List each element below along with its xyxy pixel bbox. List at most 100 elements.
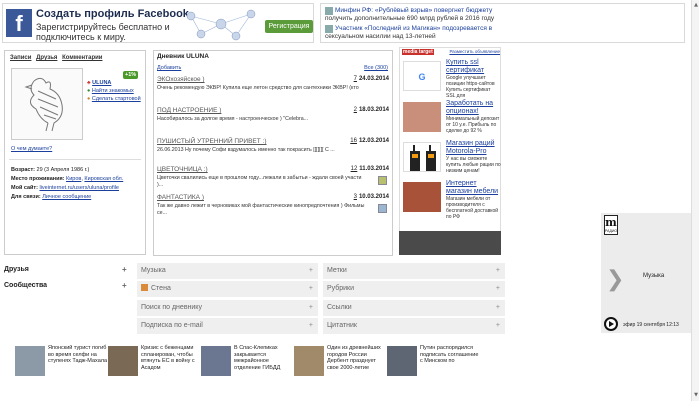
scroll-down-icon[interactable]: ▼ [693,392,699,398]
diary-entry[interactable]: ЭКОхозяйское ) 7 24.03.2014 Очень рекомен… [157,76,389,92]
avatar[interactable] [11,68,83,140]
entry-meta: 16 12.03.2014 [350,138,389,144]
news-ad[interactable]: Минфин РФ: «Рублёвый взрыв» повергнет бю… [320,3,685,43]
scrollbar[interactable]: ▲ ▼ [691,0,699,401]
sidebar-communities[interactable]: Сообщества [4,282,47,289]
widget-rubrics[interactable]: Рубрики + [323,281,505,297]
radio-widget[interactable]: m РАДИО ❯ Музыка эфир 19 сентября 12:13 [601,213,699,333]
ad-body: У нас вы сможете купить любые рации по н… [446,156,501,174]
entry-meta: 7 24.03.2014 [354,76,389,82]
ad-heading[interactable]: Купить ssl сертификат [446,59,501,75]
news-thumbnail[interactable] [294,346,324,376]
news-thumbnail[interactable] [387,346,417,376]
tab-comments[interactable]: Комментарии [62,55,102,61]
rating-badge: +1% [123,71,139,79]
news-text[interactable]: Кризис с беженцами спланирован, чтобы вт… [141,345,201,371]
widget-music[interactable]: Музыка + [137,263,318,279]
news-text[interactable]: В Спас-Клепиках закрывается межрайонное … [234,345,294,371]
profile-tabs: Записи Друзья Комментарии [10,55,105,61]
widget-links[interactable]: Ссылки + [323,300,505,316]
ad-heading[interactable]: Магазин раций Motorola-Pro [446,140,501,156]
region-link[interactable]: Кировская обл. [84,176,123,182]
profile-actions: ♣ ULUNA ● Найти знакомых ● Сделать старт… [87,79,141,103]
widget-quotes[interactable]: Цитатник + [323,318,505,334]
info-label: Возраст: [11,167,35,173]
mood-link[interactable]: О чем думаете? [11,146,52,152]
facebook-ad[interactable]: f Создать профиль Facebook Зарегистрируй… [2,3,314,43]
comment-count[interactable]: 3 [354,194,357,200]
expand-plus-icon[interactable]: + [122,265,127,274]
news-thumbnail[interactable] [108,346,138,376]
comment-count[interactable]: 2 [354,107,357,113]
comment-count[interactable]: 7 [354,76,357,82]
radio-walkie-image[interactable] [403,142,441,172]
expand-plus-icon[interactable]: + [309,300,313,316]
diary-entry[interactable]: ЦВЕТОЧНИЦА :) 12 11.03.2014 Цветочки свал… [157,166,389,189]
expand-plus-icon[interactable]: + [496,300,500,316]
ad-heading[interactable]: Заработать на опционах! [446,100,501,116]
scroll-up-icon[interactable]: ▲ [693,2,699,8]
diary-entry[interactable]: ФАНТАСТИКА ) 3 10.03.2014 Так же давно ле… [157,194,389,217]
google-logo-icon[interactable]: G [403,61,441,91]
entry-thumbnail-icon[interactable] [378,204,387,213]
all-entries-link[interactable]: Все (300) [364,65,388,71]
widget-wall[interactable]: Стена + [137,281,318,297]
site-row: Мой сайт: liveinternet.ru/users/uluna/pr… [11,184,143,193]
site-link[interactable]: liveinternet.ru/users/uluna/profile [39,185,119,191]
widget-diary-search[interactable]: Поиск по дневнику + [137,300,318,316]
news-ad-link[interactable]: Участник «Последний из Магикан» подозрев… [335,25,492,32]
page: f Создать профиль Facebook Зарегистрируй… [0,0,699,401]
tab-records[interactable]: Записи [10,55,31,61]
add-entry-link[interactable]: Добавить [157,65,181,71]
make-start-page-link[interactable]: Сделать стартовой [92,96,141,102]
news-text[interactable]: Японский турист погиб во время селфи на … [48,345,108,365]
entry-meta: 3 10.03.2014 [354,194,389,200]
radio-logo-icon[interactable]: m РАДИО [604,215,618,235]
tab-friends[interactable]: Друзья [36,55,57,61]
furniture-image[interactable] [403,182,441,212]
city-link[interactable]: Киров [66,176,81,182]
comment-count[interactable]: 16 [350,138,357,144]
widget-label: Ссылки [327,304,352,311]
expand-plus-icon[interactable]: + [122,281,127,290]
news-text[interactable]: Путин распорядился подписать соглашение … [420,345,480,365]
news-thumbnail[interactable] [201,346,231,376]
expand-plus-icon[interactable]: + [309,281,313,297]
register-button[interactable]: Регистрация [265,20,313,33]
widget-email-subscribe[interactable]: Подписка по e-mail + [137,318,318,334]
age-row: Возраст: 29 (3 Апреля 1986 г.) [11,166,143,175]
expand-plus-icon[interactable]: + [309,263,313,279]
find-friends-link[interactable]: Найти знакомых [92,88,134,94]
news-ad-item[interactable]: Участник «Последний из Магикан» подозрев… [325,25,505,40]
expand-plus-icon[interactable]: + [496,281,500,297]
radio-now-playing: Музыка [643,273,665,279]
diary-entry[interactable]: ПУШИСТЫЙ УТРЕННИЙ ПРИВЕТ :) 16 12.03.2014… [157,138,389,154]
comment-count[interactable]: 12 [351,166,358,172]
widget-label: Рубрики [327,285,355,292]
entry-date: 12.03.2014 [358,138,389,144]
widget-tags[interactable]: Метки + [323,263,505,279]
ad-heading[interactable]: Интернет магазин мебели [446,180,501,196]
news-ad-link[interactable]: Минфин РФ: «Рублёвый взрыв» повергнет бю… [335,7,492,14]
entry-excerpt: Цветочки свалились еще в прошлом году...… [157,175,362,188]
banknotes-image[interactable] [403,102,441,132]
place-ad-link[interactable]: Разместить объявление [449,49,500,54]
news-ad-text: получить дополнительные 690 млрд рублей … [325,15,495,22]
expand-plus-icon[interactable]: + [496,263,500,279]
play-icon[interactable] [604,317,618,331]
message-link[interactable]: Личное сообщение [42,194,91,200]
diary-entry[interactable]: ПОД НАСТРОЕНИЕ ) 2 18.03.2014 Насобиралос… [157,107,389,123]
username-link[interactable]: ULUNA [92,80,111,86]
news-thumbnail[interactable] [15,346,45,376]
expand-plus-icon[interactable]: + [309,318,313,334]
sidebar-friends[interactable]: Друзья [4,266,29,273]
news-ad-item[interactable]: Минфин РФ: «Рублёвый взрыв» повергнет бю… [325,7,505,22]
entry-thumbnail-icon[interactable] [378,176,387,185]
news-text[interactable]: Один из древнейших городов России Дербен… [327,345,387,371]
ad-title[interactable]: Создать профиль Facebook [36,8,189,20]
ad-network-label[interactable]: media target [402,49,434,55]
divider [9,159,141,160]
chevron-right-icon[interactable]: ❯ [606,267,624,292]
radio-logo-letter: m [605,216,617,229]
expand-plus-icon[interactable]: + [496,318,500,334]
